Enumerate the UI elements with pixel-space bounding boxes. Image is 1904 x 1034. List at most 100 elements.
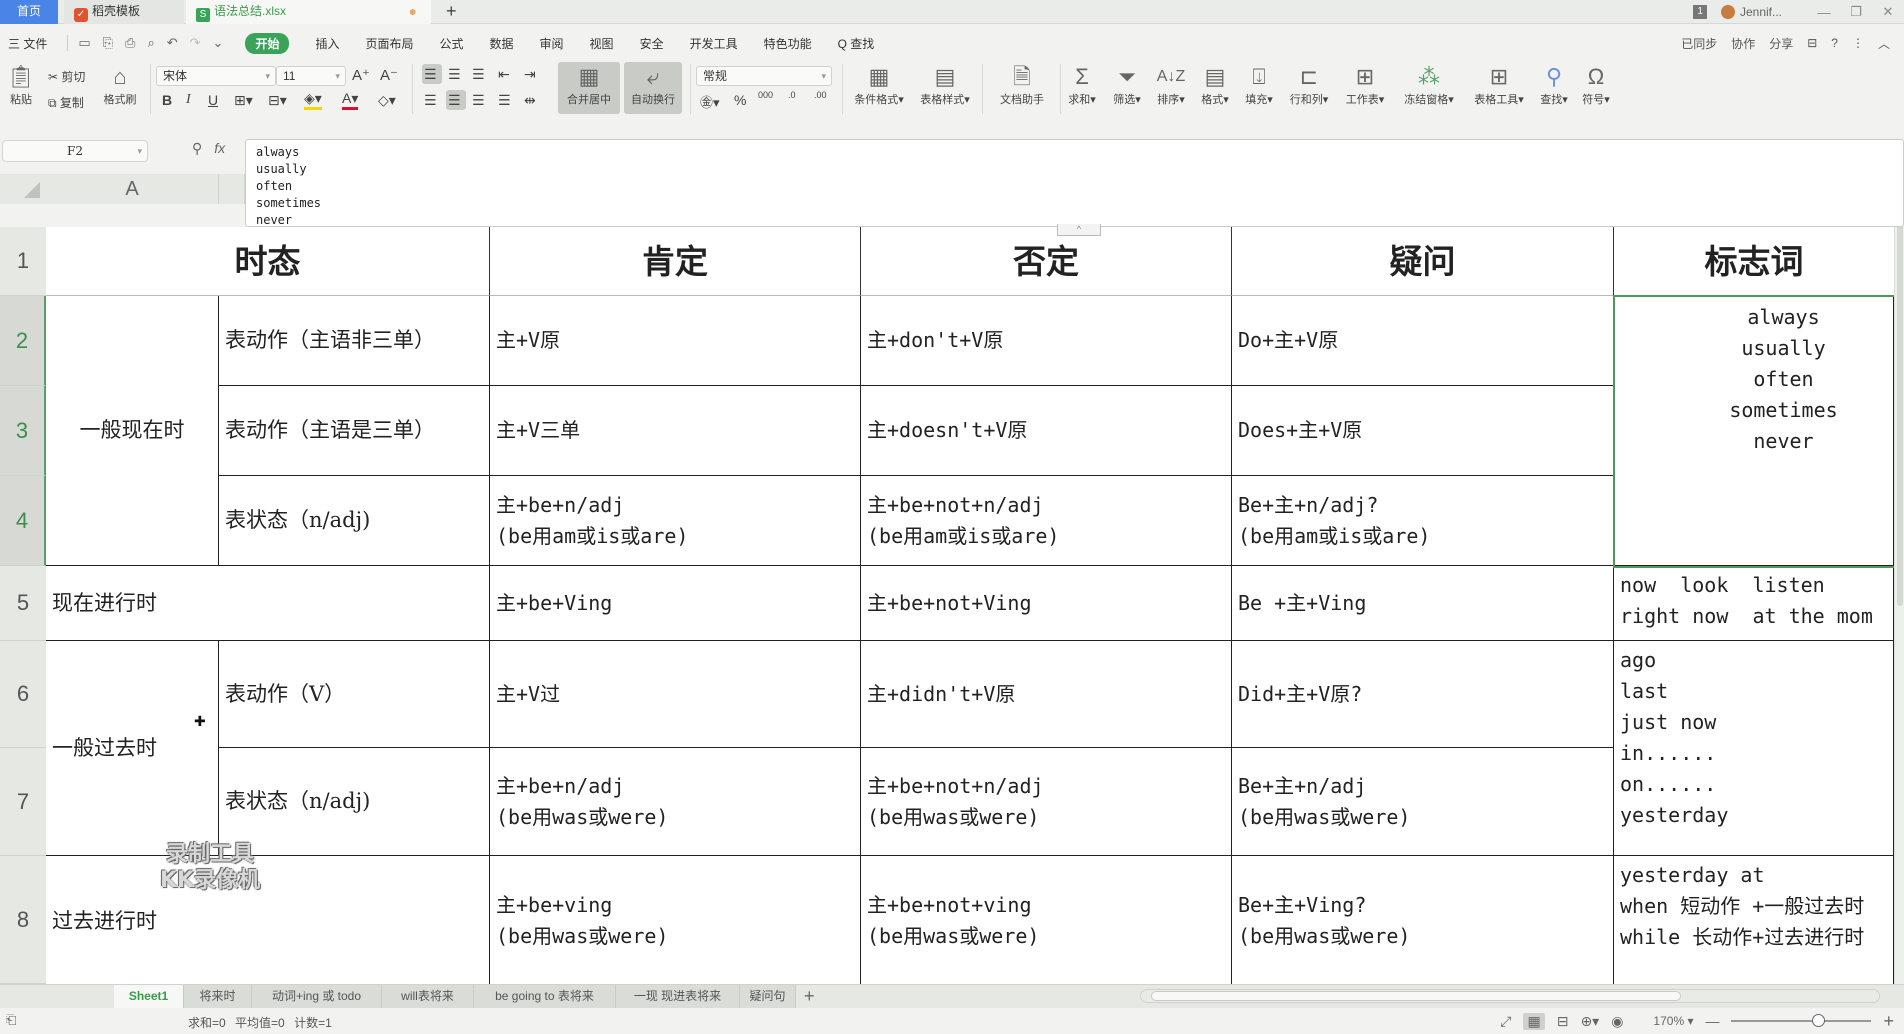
cell-c2[interactable]: 主+V原 (490, 296, 861, 386)
fx-icon[interactable]: fx (214, 140, 225, 156)
thousands-icon[interactable]: 000 (758, 90, 773, 100)
sheet-tab-sheet1[interactable]: Sheet1 (114, 985, 184, 1009)
format-button[interactable]: ▤ 格式▾ (1196, 64, 1234, 108)
tab-home[interactable]: 首页 (0, 0, 58, 24)
zoom-in-button[interactable]: + (1883, 1011, 1894, 1032)
macro-icon[interactable]: ⎗ (6, 1012, 16, 1028)
zoom-slider-handle[interactable] (1812, 1014, 1826, 1027)
zoom-formula-icon[interactable]: ⚲ (192, 140, 202, 156)
redo-icon[interactable]: ↷ (190, 35, 201, 51)
cell-present-continuous[interactable]: 现在进行时 (46, 566, 490, 641)
row-header-2[interactable]: 2 (0, 296, 46, 386)
cell-d4[interactable]: 主+be+not+n/adj (be用am或is或are) (861, 476, 1232, 566)
tab-docer-templates[interactable]: ✓ 稻壳模板 (64, 0, 184, 24)
doc-assistant-button[interactable]: 🗎︎ 文档助手 (992, 64, 1052, 108)
cell-d2[interactable]: 主+don't+V原 (861, 296, 1232, 386)
menu-developer[interactable]: 开发工具 (690, 35, 738, 52)
sheet-tab-future[interactable]: 将来时 (184, 985, 252, 1009)
file-menu[interactable]: 三 文件 (8, 35, 47, 52)
conditional-format-button[interactable]: ▦ 条件格式▾ (846, 64, 912, 108)
name-box[interactable]: F2 ▾ (2, 140, 148, 162)
select-all-corner[interactable] (0, 174, 46, 204)
sheet-tab-be-going-to[interactable]: be going to 表将来 (474, 985, 616, 1009)
cell-e3[interactable]: Does+主+V原 (1232, 386, 1614, 476)
find-button[interactable]: ⚲ 查找▾ (1536, 64, 1572, 108)
zoom-level[interactable]: 170% ▾ (1653, 1014, 1693, 1028)
cell-c8[interactable]: 主+be+ving (be用was或were) (490, 856, 861, 984)
cell-c5[interactable]: 主+be+Ving (490, 566, 861, 641)
table-tools-button[interactable]: ⊞ 表格工具▾ (1468, 64, 1530, 108)
new-tab-button[interactable]: + (446, 0, 457, 22)
avatar[interactable] (1720, 5, 1735, 19)
underline-button[interactable]: U (208, 92, 218, 108)
zoom-out-button[interactable]: — (1705, 1013, 1719, 1029)
cell-c4[interactable]: 主+be+n/adj (be用am或is或are) (490, 476, 861, 566)
eye-protection-icon[interactable]: ◉ (1611, 1013, 1623, 1030)
cell-c3[interactable]: 主+V三单 (490, 386, 861, 476)
menu-data[interactable]: 数据 (490, 35, 514, 52)
row-header-8[interactable]: 8 (0, 856, 46, 984)
menu-security[interactable]: 安全 (640, 35, 664, 52)
number-format-select[interactable]: 常规 ▾ (696, 66, 832, 86)
cell-style-icon[interactable]: ⊟▾ (268, 92, 287, 109)
cell-b4[interactable]: 表状态（n/adj) (219, 476, 490, 566)
collapse-ribbon-icon[interactable]: ︿ (1878, 35, 1890, 52)
cell-f2-signal-words[interactable]: always usually often sometimes never (1614, 296, 1894, 566)
column-header-b[interactable] (219, 174, 245, 204)
header-negative[interactable]: 否定 (861, 227, 1232, 296)
menu-formulas[interactable]: 公式 (440, 35, 464, 52)
sync-status[interactable]: 已同步 (1681, 35, 1717, 52)
page-break-view-icon[interactable]: ⊟ (1557, 1013, 1569, 1030)
format-painter-button[interactable]: ⌂ 格式刷 (100, 64, 140, 108)
vertical-scrollbar[interactable] (1894, 204, 1904, 984)
cell-b6[interactable]: 表动作（V） (219, 641, 490, 748)
distributed-icon[interactable]: ⇹ (524, 92, 536, 109)
menu-insert[interactable]: 插入 (315, 35, 339, 52)
cell-d3[interactable]: 主+doesn't+V原 (861, 386, 1232, 476)
more-icon[interactable]: ⋮ (1852, 36, 1864, 50)
header-affirmative[interactable]: 肯定 (490, 227, 861, 296)
sheet-tab-gerund-infinitive[interactable]: 动词+ing 或 todo (252, 985, 382, 1009)
horizontal-scrollbar[interactable] (1140, 989, 1880, 1003)
menu-review[interactable]: 审阅 (540, 35, 564, 52)
menu-page-layout[interactable]: 页面布局 (365, 35, 413, 52)
currency-icon[interactable]: ㊎▾ (700, 92, 720, 111)
cell-d8[interactable]: 主+be+not+ving (be用was或were) (861, 856, 1232, 984)
undo-icon[interactable]: ↶ (167, 35, 178, 51)
sort-button[interactable]: A↓Z 排序▾ (1152, 64, 1190, 108)
font-name-select[interactable]: 宋体 ▾ (156, 66, 276, 86)
cell-e7[interactable]: Be+主+n/adj (be用was或were) (1232, 748, 1614, 856)
expand-formula-chevron-icon[interactable]: ^ (1057, 224, 1101, 236)
sheet-tab-will-future[interactable]: will表将来 (382, 985, 474, 1009)
row-header-6[interactable]: 6 (0, 641, 46, 748)
decrease-font-icon[interactable]: A⁻ (380, 66, 398, 84)
italic-button[interactable]: I (186, 92, 191, 108)
cell-simple-present[interactable]: 一般现在时 (46, 296, 219, 566)
worksheet-button[interactable]: ⊞ 工作表▾ (1340, 64, 1390, 108)
scroll-thumb[interactable] (1897, 206, 1903, 606)
header-signal-words[interactable]: 标志词 (1614, 227, 1894, 296)
save-icon[interactable]: ▭ (78, 35, 90, 51)
align-right-icon[interactable]: ☰ (472, 92, 485, 109)
menu-search[interactable]: Q 查找 (838, 35, 875, 52)
cell-f6-signal-words[interactable]: ago last just now in...... on...... yest… (1614, 641, 1894, 856)
increase-font-icon[interactable]: A⁺ (352, 66, 370, 84)
percent-button[interactable]: % (734, 92, 746, 108)
align-left-icon[interactable]: ☰ (424, 92, 437, 109)
fullscreen-icon[interactable]: ⤢ (1500, 1013, 1511, 1030)
row-header-4[interactable]: 4 (0, 476, 46, 566)
column-header-a[interactable]: A (46, 174, 219, 204)
row-col-button[interactable]: ⊏ 行和列▾ (1284, 64, 1334, 108)
cell-e5[interactable]: Be +主+Ving (1232, 566, 1614, 641)
row-header-3[interactable]: 3 (0, 386, 46, 476)
add-sheet-button[interactable]: + (804, 985, 815, 1007)
freeze-panes-button[interactable]: ⁂ 冻结窗格▾ (1398, 64, 1460, 108)
decrease-decimal-icon[interactable]: .00 (814, 90, 827, 100)
quick-access-more-icon[interactable]: ⌄ (213, 35, 224, 51)
increase-indent-icon[interactable]: ⇥ (524, 66, 536, 83)
cell-d6[interactable]: 主+didn't+V原 (861, 641, 1232, 748)
filter-button[interactable]: ⏷ 筛选▾ (1108, 64, 1146, 108)
sum-button[interactable]: Σ 求和▾ (1064, 64, 1100, 108)
paste-button[interactable]: 📋︎ 粘贴 (4, 64, 38, 108)
cell-d7[interactable]: 主+be+not+n/adj (be用was或were) (861, 748, 1232, 856)
